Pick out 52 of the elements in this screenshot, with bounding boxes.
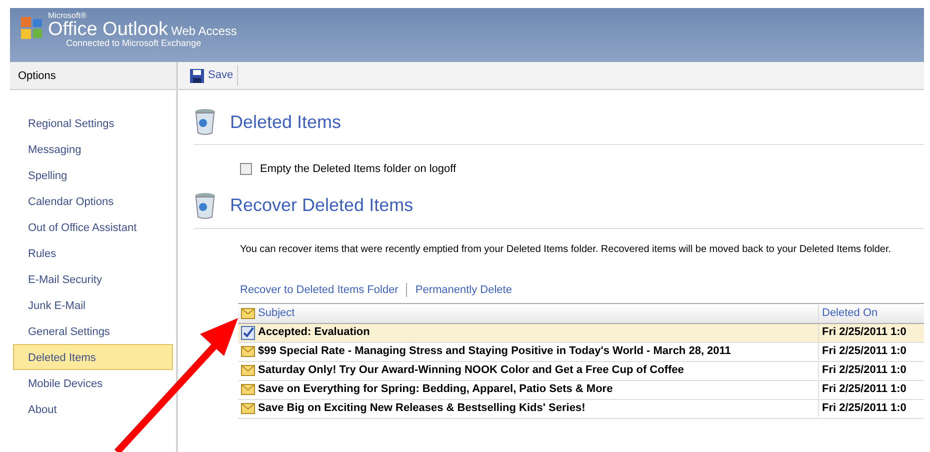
brand-subtitle: Microsoft® — [48, 12, 88, 20]
sidebar-item[interactable]: Out of Office Assistant — [13, 214, 173, 240]
date-cell: Fri 2/25/2011 1:0 — [818, 400, 924, 417]
office-logo-icon — [20, 16, 44, 40]
checkbox[interactable] — [240, 163, 252, 176]
envelope-icon — [241, 308, 255, 318]
section-heading: Deleted Items — [230, 110, 342, 134]
envelope-icon — [241, 365, 255, 376]
connection-status: Connected to Microsoft Exchange — [66, 39, 202, 48]
table-row[interactable]: Saturday Only! Try Our Award-Winning NOOK Color and Get a Free Cup of Coffee Fri 2/25/2011 1:0 — [238, 362, 924, 380]
sidebar-item[interactable]: E-Mail Security — [13, 266, 173, 292]
save-button[interactable]: Save — [186, 65, 238, 86]
envelope-icon — [241, 403, 255, 414]
envelope-icon — [241, 346, 255, 357]
sidebar-item[interactable]: Regional Settings — [13, 110, 173, 136]
description-text: You can recover items that were recently emptied from your Deleted Items folder. Recovered items will be moved back to your Deleted Items folder. — [239, 242, 892, 256]
date-cell: Fri 2/25/2011 1:0 — [818, 381, 924, 398]
sidebar-item[interactable]: Spelling — [13, 162, 173, 188]
subject-cell-text: Accepted: Evaluation — [258, 325, 371, 340]
sidebar-item[interactable]: About — [13, 396, 173, 422]
sidebar-item[interactable]: Calendar Options — [13, 188, 173, 214]
sidebar-item[interactable]: General Settings — [13, 318, 173, 344]
action-link[interactable]: Recover to Deleted Items Folder — [240, 282, 406, 296]
product-name: Office Outlook — [48, 19, 168, 40]
action-link[interactable]: Permanently Delete — [406, 282, 520, 296]
subject-cell-text: Save on Everything for Spring: Bedding, Apparel, Patio Sets & More — [258, 382, 614, 398]
table-row[interactable]: Save on Everything for Spring: Bedding, Apparel, Patio Sets & More Fri 2/25/2011 1:0 — [238, 380, 924, 400]
subject-cell-text: Save Big on Exciting New Releases & Bestselling Kids' Series! — [258, 401, 586, 416]
sidebar-item[interactable]: Rules — [13, 240, 173, 266]
sidebar-item[interactable]: Messaging — [13, 136, 173, 162]
column-header[interactable]: Subject — [258, 304, 818, 322]
recycle-bin-icon — [194, 192, 216, 220]
subject-cell-text: Saturday Only! Try Our Award-Winning NOOK Color and Get a Free Cup of Coffee — [258, 363, 685, 378]
envelope-icon — [241, 384, 255, 395]
recycle-bin-icon — [194, 108, 216, 136]
date-cell: Fri 2/25/2011 1:0 — [818, 324, 924, 341]
save-icon — [190, 68, 204, 82]
table-row[interactable]: Save Big on Exciting New Releases & Bestselling Kids' Series! Fri 2/25/2011 1:0 — [238, 400, 924, 418]
table-row[interactable]: Accepted: Evaluation Fri 2/25/2011 1:0 — [238, 324, 924, 342]
sidebar-item[interactable]: Mobile Devices — [13, 370, 173, 396]
column-header[interactable]: Deleted On — [818, 304, 924, 322]
section-heading: Recover Deleted Items — [230, 194, 414, 217]
sidebar-item[interactable]: Deleted Items — [13, 344, 173, 370]
sidebar-item[interactable]: Junk E-Mail — [13, 292, 173, 318]
date-cell: Fri 2/25/2011 1:0 — [818, 362, 924, 379]
subject-cell-text: $99 Special Rate - Managing Stress and Staying Positive in Today's World - March 28, 2011 — [258, 344, 732, 360]
table-row[interactable]: $99 Special Rate - Managing Stress and Staying Positive in Today's World - March 28, 2011 Fri 2/25/2011 1:0 — [238, 342, 924, 362]
calendar-check-icon — [241, 326, 255, 340]
date-cell: Fri 2/25/2011 1:0 — [818, 343, 924, 360]
product-suffix: Web Access — [171, 24, 237, 38]
checkbox-label: Empty the Deleted Items folder on logoff — [260, 162, 456, 177]
sidebar-title: Options — [10, 62, 176, 90]
